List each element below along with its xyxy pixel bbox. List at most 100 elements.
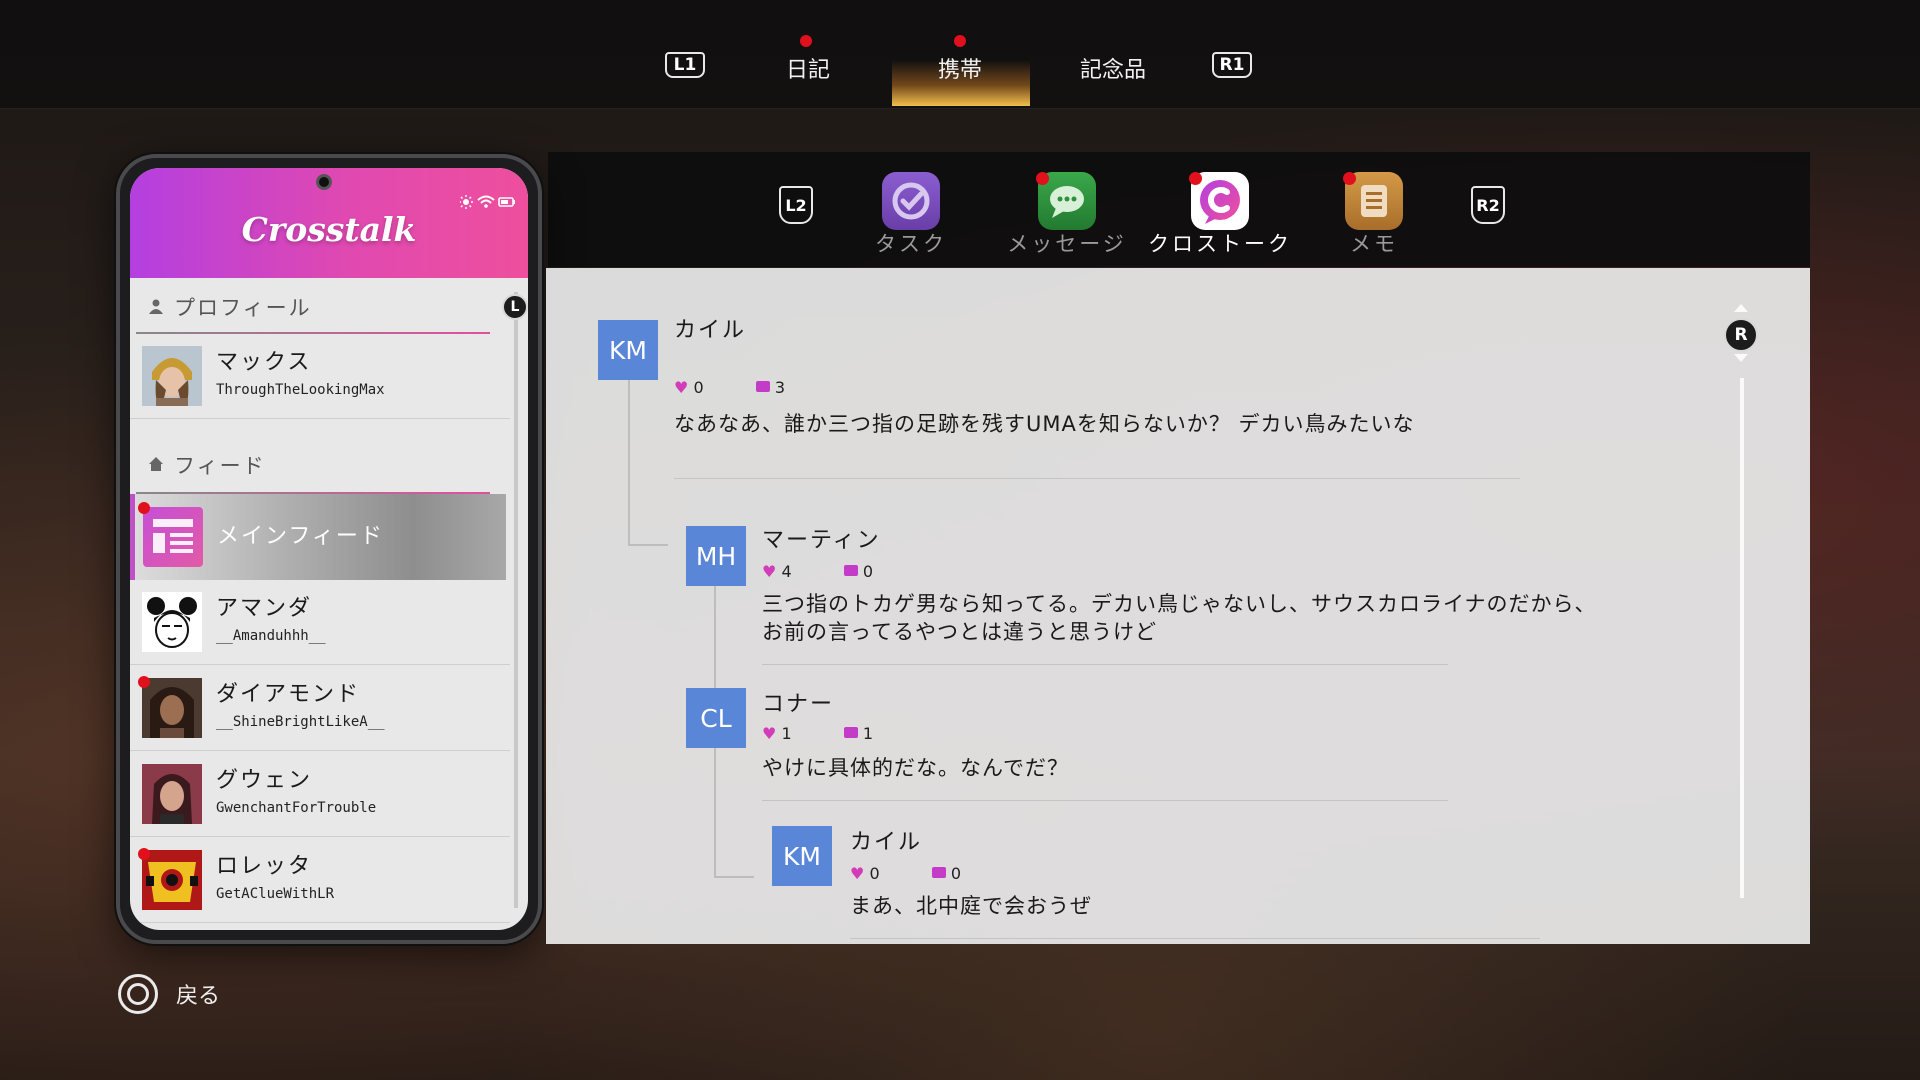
camera-icon: [316, 174, 332, 190]
post-stats: ♥ 4 0: [762, 562, 873, 581]
person-icon: [149, 299, 163, 314]
comment-icon: [843, 727, 858, 738]
post-avatar[interactable]: KM: [772, 826, 832, 886]
profile-name: マックス: [216, 350, 312, 375]
heart-icon: ♥: [850, 864, 865, 883]
avatar: [142, 346, 202, 406]
like-count: 1: [781, 724, 792, 743]
brightness-icon: [459, 195, 473, 209]
tab-diary-notification-dot: [800, 35, 812, 47]
phone-device: Crosstalk プロフィール マックス ThroughTheLookingM…: [116, 154, 542, 944]
phone-screen: Crosstalk プロフィール マックス ThroughTheLookingM…: [130, 168, 528, 930]
main-feed-label: メインフィード: [217, 524, 384, 549]
avatar: [142, 592, 202, 652]
post-author[interactable]: カイル: [850, 824, 922, 856]
tab-mementos[interactable]: 記念品: [1043, 52, 1183, 84]
feed-scrollbar[interactable]: [1740, 378, 1744, 898]
home-icon: [149, 457, 163, 471]
contact-handle: __Amanduhhh__: [216, 628, 326, 644]
comment-count: 0: [862, 562, 874, 581]
contact-item[interactable]: アマンダ __Amanduhhh__: [130, 580, 510, 665]
memo-notification-dot: [1343, 172, 1356, 185]
app-label-memo: メモ: [1350, 232, 1398, 256]
feed-list-icon: [143, 507, 203, 567]
thread-line: [628, 544, 668, 546]
scroll-down-arrow: [1734, 354, 1748, 362]
avatar: [142, 850, 202, 910]
heart-icon: ♥: [674, 378, 689, 397]
feed-section-label: フィード: [174, 454, 266, 478]
contact-notification-dot: [138, 848, 150, 860]
comment-icon: [755, 381, 770, 392]
task-check-icon[interactable]: [882, 172, 940, 230]
tab-phone-notification-dot: [954, 35, 966, 47]
contact-name: ロレッタ: [216, 854, 313, 879]
like-count: 0: [869, 864, 880, 883]
contact-notification-dot: [138, 676, 150, 688]
post-avatar[interactable]: CL: [686, 688, 746, 748]
post-divider: [674, 478, 1520, 479]
post-divider: [762, 800, 1448, 801]
comment-count: 1: [862, 724, 874, 743]
post-text-continued: お前の言ってるやつとは違うと思うけど: [762, 620, 1157, 644]
profile-entry[interactable]: マックス ThroughTheLookingMax: [130, 334, 510, 419]
post-text: まあ、北中庭で会おうぜ: [850, 894, 1092, 918]
post-author[interactable]: マーティン: [762, 522, 881, 554]
r-stick-scroll-badge: R: [1724, 318, 1758, 352]
avatar: [142, 678, 202, 738]
comment-icon: [931, 867, 946, 878]
post-avatar[interactable]: KM: [598, 320, 658, 380]
post-stats: ♥ 0 0: [850, 864, 961, 883]
comment-count: 3: [774, 378, 786, 397]
app-title: Crosstalk: [241, 210, 417, 249]
l1-shoulder-button[interactable]: L1: [665, 52, 705, 78]
thread-line: [714, 876, 754, 878]
phone-scrollbar[interactable]: [514, 292, 518, 908]
r1-shoulder-button[interactable]: R1: [1212, 52, 1252, 78]
profile-section-label: プロフィール: [174, 296, 312, 320]
comment-count: 0: [950, 864, 962, 883]
post-text: なあなあ、誰か三つ指の足跡を残すUMAを知らないか？ デカい鳥みたいな: [674, 412, 1415, 436]
post-author[interactable]: コナー: [762, 686, 834, 718]
profile-section-header: プロフィール: [130, 278, 510, 334]
thread-line: [714, 748, 716, 878]
like-count: 0: [693, 378, 704, 397]
heart-icon: ♥: [762, 724, 777, 743]
comment-icon: [843, 565, 858, 576]
r2-shoulder-button[interactable]: R2: [1471, 186, 1505, 224]
avatar: [142, 764, 202, 824]
post-divider: [850, 938, 1540, 939]
wifi-icon: [477, 195, 495, 208]
contact-name: アマンダ: [216, 596, 313, 621]
tab-diary[interactable]: 日記: [738, 52, 878, 84]
circle-button-icon[interactable]: [118, 974, 158, 1014]
tab-phone[interactable]: 携帯: [890, 52, 1030, 84]
battery-icon: [498, 197, 515, 207]
main-feed-notification-dot: [138, 502, 150, 514]
contact-name: ダイアモンド: [216, 682, 361, 707]
crosstalk-notification-dot: [1189, 172, 1202, 185]
l2-shoulder-button[interactable]: L2: [779, 186, 813, 224]
feed-section-header: フィード: [130, 430, 510, 494]
post-text: やけに具体的だな。なんでだ？: [762, 756, 1069, 780]
contact-item[interactable]: ロレッタ GetAClueWithLR: [130, 838, 510, 923]
like-count: 4: [781, 562, 792, 581]
back-label[interactable]: 戻る: [176, 978, 220, 1010]
post-divider: [762, 664, 1448, 665]
message-notification-dot: [1036, 172, 1049, 185]
post-avatar[interactable]: MH: [686, 526, 746, 586]
post-author[interactable]: カイル: [674, 312, 746, 344]
contact-item[interactable]: ダイアモンド __ShineBrightLikeA__: [130, 666, 510, 751]
contact-handle: GwenchantForTrouble: [216, 800, 377, 816]
contact-handle: GetAClueWithLR: [216, 886, 335, 902]
status-icons: [459, 194, 516, 210]
feed-panel: KM カイル ♥ 0 3 なあなあ、誰か三つ指の足跡を残すUMAを知らないか？ …: [546, 268, 1810, 944]
contact-name: グウェン: [216, 768, 313, 793]
contact-handle: __ShineBrightLikeA__: [216, 714, 385, 730]
app-dock: L2 タスク メッセージ クロストーク メモ R2: [548, 152, 1810, 267]
main-feed-item[interactable]: メインフィード: [130, 494, 506, 580]
scroll-up-arrow: [1734, 304, 1748, 312]
contact-item[interactable]: グウェン GwenchantForTrouble: [130, 752, 510, 837]
l-stick-scroll-badge: L: [502, 294, 528, 320]
phone-app-header: Crosstalk: [130, 168, 528, 278]
